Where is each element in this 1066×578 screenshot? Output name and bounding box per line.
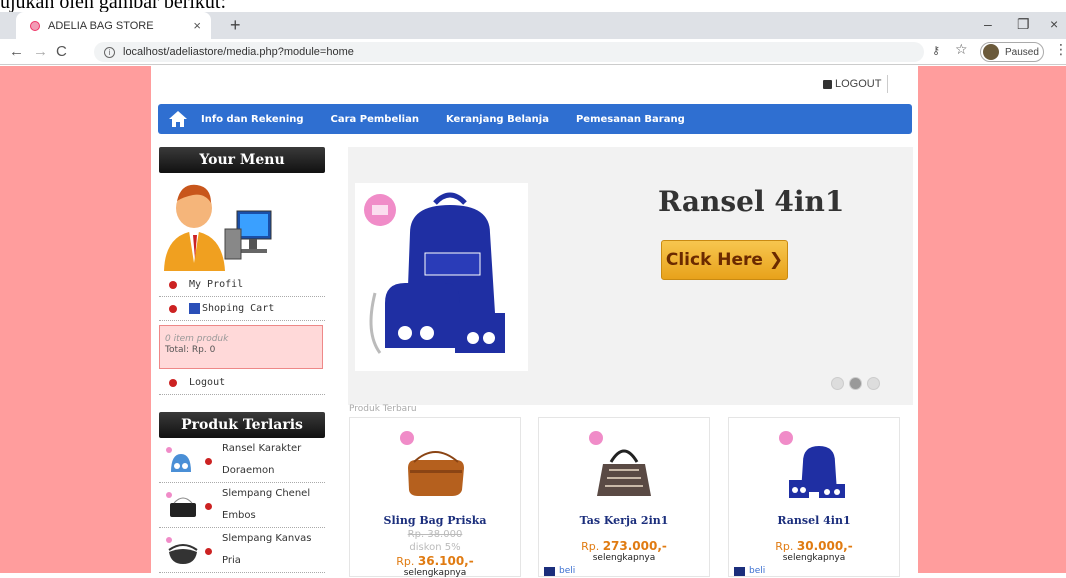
avatar (983, 44, 999, 60)
product-thumbnail (166, 537, 198, 564)
bullet-icon (169, 378, 177, 387)
product-more-link[interactable]: selengkapnya (729, 553, 899, 563)
product-card[interactable]: Ransel 4in1 Rp. 30.000,- selengkapnya be… (728, 417, 900, 577)
best-seller-item[interactable]: Ransel Karakter Doraemon (159, 438, 325, 483)
best-seller-name: Slempang Chenel Embos (222, 488, 311, 521)
user-computer-illustration (159, 173, 325, 273)
my-profil-label: My Profil (189, 279, 244, 290)
back-arrow-icon[interactable]: ← (9, 43, 24, 60)
browser-tab[interactable]: ADELIA BAG STORE × (16, 12, 211, 39)
product-image (789, 446, 845, 498)
product-card[interactable]: Sling Bag Priska Rp. 38.000 diskon 5% Rp… (349, 417, 521, 578)
store-content: LOGOUT Info dan Rekening Cara Pembelian … (151, 66, 918, 578)
product-more-link[interactable]: selengkapnya (350, 568, 520, 578)
product-old-price: Rp. 38.000 (407, 529, 463, 540)
restore-icon[interactable]: ❐ (1017, 16, 1030, 33)
browser-tab-bar: ADELIA BAG STORE × + – ❐ × (0, 12, 1066, 39)
menu-item-pemesanan-barang[interactable]: Pemesanan Barang (576, 114, 685, 125)
sidebar: Your Menu My Profil Shoping Cart 0 item … (159, 147, 325, 573)
slider-pagination (831, 377, 885, 390)
product-image (597, 449, 651, 496)
product-thumbnail (166, 492, 196, 517)
bullet-icon (205, 503, 212, 510)
product-name[interactable]: Sling Bag Priska (350, 514, 520, 527)
best-seller-item[interactable]: Slempang Kanvas Pria (159, 528, 325, 573)
sidebar-item-logout[interactable]: Logout (159, 371, 325, 395)
bullet-icon (205, 458, 212, 465)
kebab-menu-icon[interactable]: ⋮ (1054, 42, 1066, 58)
site-favicon-icon (30, 20, 40, 31)
best-sellers-heading: Produk Terlaris (159, 412, 325, 438)
address-bar[interactable]: i localhost/adeliastore/media.php?module… (94, 42, 924, 62)
bullet-icon (169, 280, 177, 289)
minimize-icon[interactable]: – (984, 16, 992, 32)
your-menu-heading: Your Menu (159, 147, 325, 173)
product-discount: diskon 5% (409, 542, 461, 553)
buy-button[interactable]: beli (734, 566, 765, 576)
reload-icon[interactable]: C (56, 43, 67, 60)
sidebar-item-shopping-cart[interactable]: Shoping Cart (159, 297, 325, 321)
main-menu-bar: Info dan Rekening Cara Pembelian Keranja… (158, 104, 912, 134)
bookmark-star-icon[interactable]: ☆ (955, 42, 968, 58)
best-seller-name: Ransel Karakter Doraemon (222, 443, 302, 476)
click-here-button[interactable]: Click Here ❯ (661, 240, 788, 280)
tab-close-icon[interactable]: × (193, 18, 201, 33)
product-card[interactable]: Tas Kerja 2in1 Rp. 273.000,- selengkapny… (538, 417, 710, 577)
address-toolbar: ← → C i localhost/adeliastore/media.php?… (0, 39, 1066, 65)
product-price: Rp. 30.000,- (775, 539, 853, 553)
shopping-cart-label: Shoping Cart (202, 303, 275, 314)
best-seller-name: Slempang Kanvas Pria (222, 533, 312, 566)
product-price: Rp. 36.100,- (396, 554, 474, 568)
window-close-icon[interactable]: × (1050, 16, 1058, 32)
forward-arrow-icon[interactable]: → (33, 43, 48, 60)
slider-dot-active[interactable] (849, 377, 862, 390)
slider-dot[interactable] (831, 377, 844, 390)
menu-item-cara-pembelian[interactable]: Cara Pembelian (331, 114, 419, 125)
url-text: localhost/adeliastore/media.php?module=h… (123, 46, 354, 58)
home-icon[interactable] (169, 111, 187, 127)
header-logout-label: LOGOUT (835, 78, 882, 90)
buy-icon (544, 566, 555, 576)
product-name[interactable]: Tas Kerja 2in1 (539, 514, 709, 527)
tab-title: ADELIA BAG STORE (48, 19, 154, 32)
profile-button[interactable]: Paused (980, 42, 1044, 62)
buy-button[interactable]: beli (544, 566, 575, 576)
banner-product-image (355, 183, 528, 371)
cart-icon (189, 303, 200, 314)
sidebar-item-my-profil[interactable]: My Profil (159, 273, 325, 297)
product-image (408, 451, 464, 496)
key-icon[interactable]: ⚷ (932, 44, 940, 57)
buy-icon (734, 566, 745, 576)
bullet-icon (205, 548, 212, 555)
info-icon[interactable]: i (104, 46, 115, 58)
menu-item-keranjang-belanja[interactable]: Keranjang Belanja (446, 114, 549, 125)
product-thumbnail (166, 447, 191, 472)
lock-icon (823, 79, 832, 89)
cart-total: Total: Rp. 0 (165, 345, 216, 355)
slider-dot[interactable] (867, 377, 880, 390)
cart-items-count: 0 item produk (165, 334, 229, 344)
logout-label: Logout (189, 377, 226, 388)
product-name[interactable]: Ransel 4in1 (729, 514, 899, 527)
page-background: LOGOUT Info dan Rekening Cara Pembelian … (0, 66, 1066, 578)
best-seller-item[interactable]: Slempang Chenel Embos (159, 483, 325, 528)
profile-status: Paused (1005, 46, 1039, 58)
bullet-icon (169, 304, 177, 313)
new-products-label: Produk Terbaru (349, 404, 417, 414)
menu-item-info-rekening[interactable]: Info dan Rekening (201, 114, 304, 125)
banner-title: Ransel 4in1 (658, 185, 845, 218)
new-tab-button[interactable]: + (230, 15, 241, 36)
header-logout-link[interactable]: LOGOUT (823, 75, 889, 93)
cart-summary: 0 item produk Total: Rp. 0 (159, 325, 323, 369)
product-price: Rp. 273.000,- (581, 539, 667, 553)
banner-slider[interactable]: Ransel 4in1 Click Here ❯ (348, 147, 913, 405)
product-more-link[interactable]: selengkapnya (539, 553, 709, 563)
